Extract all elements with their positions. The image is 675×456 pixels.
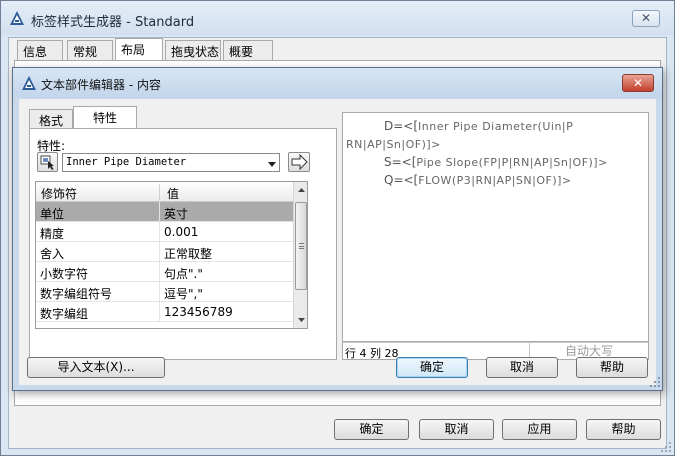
- editor-line-prefix: D=<[: [384, 119, 419, 133]
- grid-header-value: 值: [167, 187, 180, 201]
- tab-layout[interactable]: 布局: [115, 38, 163, 62]
- dialog-ok-button[interactable]: 确定: [396, 357, 468, 378]
- grid-row-value[interactable]: 逗号",": [160, 282, 293, 302]
- editor-line: S=<[Pipe Slope(FP|P|RN|AP|Sn|OF)]>: [384, 155, 608, 169]
- grid-row-modifier: 小数字符: [36, 262, 160, 282]
- cursor-position: 行 4 列 28: [345, 347, 399, 360]
- editor-line: D=<[Inner Pipe Diameter(Uin|P: [384, 119, 573, 133]
- autocad-app-icon: [9, 10, 25, 26]
- grid-row-value[interactable]: 正常取整: [160, 242, 293, 262]
- outer-title-bar[interactable]: 标签样式生成器 - Standard ✕: [1, 1, 674, 35]
- grid-row-modifier: 数字编组: [36, 302, 160, 322]
- tab-summary[interactable]: 概要: [223, 40, 273, 61]
- grid-row-value[interactable]: 123456789: [160, 302, 293, 322]
- grid-row-value[interactable]: 0.001: [160, 222, 293, 242]
- scrollbar-thumb[interactable]: [295, 202, 307, 290]
- outer-window-title: 标签样式生成器 - Standard: [31, 15, 195, 30]
- outer-resize-grip-icon[interactable]: [660, 441, 672, 453]
- grid-header-modifier: 修饰符: [41, 187, 78, 201]
- outer-help-button[interactable]: 帮助: [586, 419, 661, 440]
- property-dropdown-value: Inner Pipe Diameter: [66, 156, 187, 168]
- outer-apply-button[interactable]: 应用: [502, 419, 577, 440]
- grid-row-modifier: 舍入: [36, 242, 160, 262]
- tab-format[interactable]: 格式: [29, 109, 73, 129]
- select-property-button[interactable]: [37, 152, 58, 172]
- scroll-down-icon[interactable]: [294, 312, 307, 327]
- grid-row-modifier: 精度: [36, 222, 160, 242]
- property-dropdown[interactable]: Inner Pipe Diameter: [62, 153, 280, 172]
- text-editor[interactable]: D=<[Inner Pipe Diameter(Uin|P RN|AP|Sn|O…: [342, 112, 649, 342]
- grid-row-value[interactable]: 句点".": [160, 262, 293, 282]
- text-component-editor-dialog: 文本部件编辑器 - 内容 ✕ 格式 特性 特性: Inner Pipe Diam…: [12, 67, 663, 391]
- editor-line-field: Pipe Slope(FP|P|RN|AP|Sn|OF)]>: [416, 156, 608, 169]
- autocad-app-icon: [21, 75, 37, 91]
- grid-row[interactable]: 数字编组 123456789: [36, 302, 293, 322]
- dialog-title: 文本部件编辑器 - 内容: [41, 78, 161, 92]
- scroll-up-icon[interactable]: [294, 183, 307, 198]
- dialog-cancel-button[interactable]: 取消: [486, 357, 558, 378]
- outer-cancel-button[interactable]: 取消: [419, 419, 494, 440]
- editor-line-prefix: S=<[: [384, 155, 417, 169]
- grid-row-value[interactable]: 英寸: [160, 202, 293, 222]
- tab-information[interactable]: 信息: [17, 40, 63, 61]
- grid-row-modifier: 单位: [36, 202, 160, 222]
- grid-row[interactable]: 小数字符 句点".": [36, 262, 293, 282]
- grid-row[interactable]: 数字编组符号 逗号",": [36, 282, 293, 302]
- dialog-title-bar[interactable]: 文本部件编辑器 - 内容 ✕: [13, 68, 662, 98]
- select-in-drawing-icon: [40, 155, 54, 170]
- dialog-close-button[interactable]: ✕: [622, 74, 654, 92]
- grid-row[interactable]: 精度 0.001: [36, 222, 293, 242]
- grid-scrollbar[interactable]: [293, 182, 307, 328]
- grid-header-divider: [159, 184, 160, 200]
- dialog-help-button[interactable]: 帮助: [576, 357, 648, 378]
- grid-row[interactable]: 舍入 正常取整: [36, 242, 293, 262]
- outer-close-button[interactable]: ✕: [632, 10, 660, 27]
- grip-lines-icon: [299, 243, 304, 249]
- insert-property-button[interactable]: [288, 152, 310, 172]
- modifier-grid: 修饰符 值 单位 英寸 精度 0.001 舍入 正常取整 小数字符 句点"." …: [35, 181, 308, 329]
- editor-line-field: Inner Pipe Diameter(Uin|P: [418, 120, 574, 133]
- editor-line: RN|AP|Sn|OF)]>: [346, 137, 441, 151]
- tab-dragged-state[interactable]: 拖曳状态: [165, 40, 221, 61]
- properties-panel: 特性: Inner Pipe Diameter 修饰符 值 单位 英寸 精度 0…: [29, 128, 337, 360]
- grid-header: 修饰符 值: [36, 182, 293, 202]
- tab-properties[interactable]: 特性: [73, 106, 137, 129]
- editor-line: Q=<[FLOW(P3|RN|AP|SN|OF)]>: [384, 173, 572, 187]
- editor-line-field: FLOW(P3|RN|AP|SN|OF)]>: [418, 174, 572, 187]
- import-text-button[interactable]: 导入文本(X)...: [27, 357, 165, 378]
- arrow-right-icon: [291, 153, 308, 171]
- chevron-down-icon: [267, 158, 277, 168]
- grid-row-modifier: 数字编组符号: [36, 282, 160, 302]
- editor-line-field: RN|AP|Sn|OF)]>: [346, 138, 441, 151]
- grid-row[interactable]: 单位 英寸: [36, 202, 293, 222]
- dialog-resize-grip-icon[interactable]: [649, 376, 661, 388]
- dialog-body: 格式 特性 特性: Inner Pipe Diameter 修饰符 值 单位 英…: [19, 99, 656, 385]
- outer-ok-button[interactable]: 确定: [334, 419, 409, 440]
- tab-general[interactable]: 常规: [67, 40, 113, 61]
- editor-line-prefix: Q=<[: [384, 173, 419, 187]
